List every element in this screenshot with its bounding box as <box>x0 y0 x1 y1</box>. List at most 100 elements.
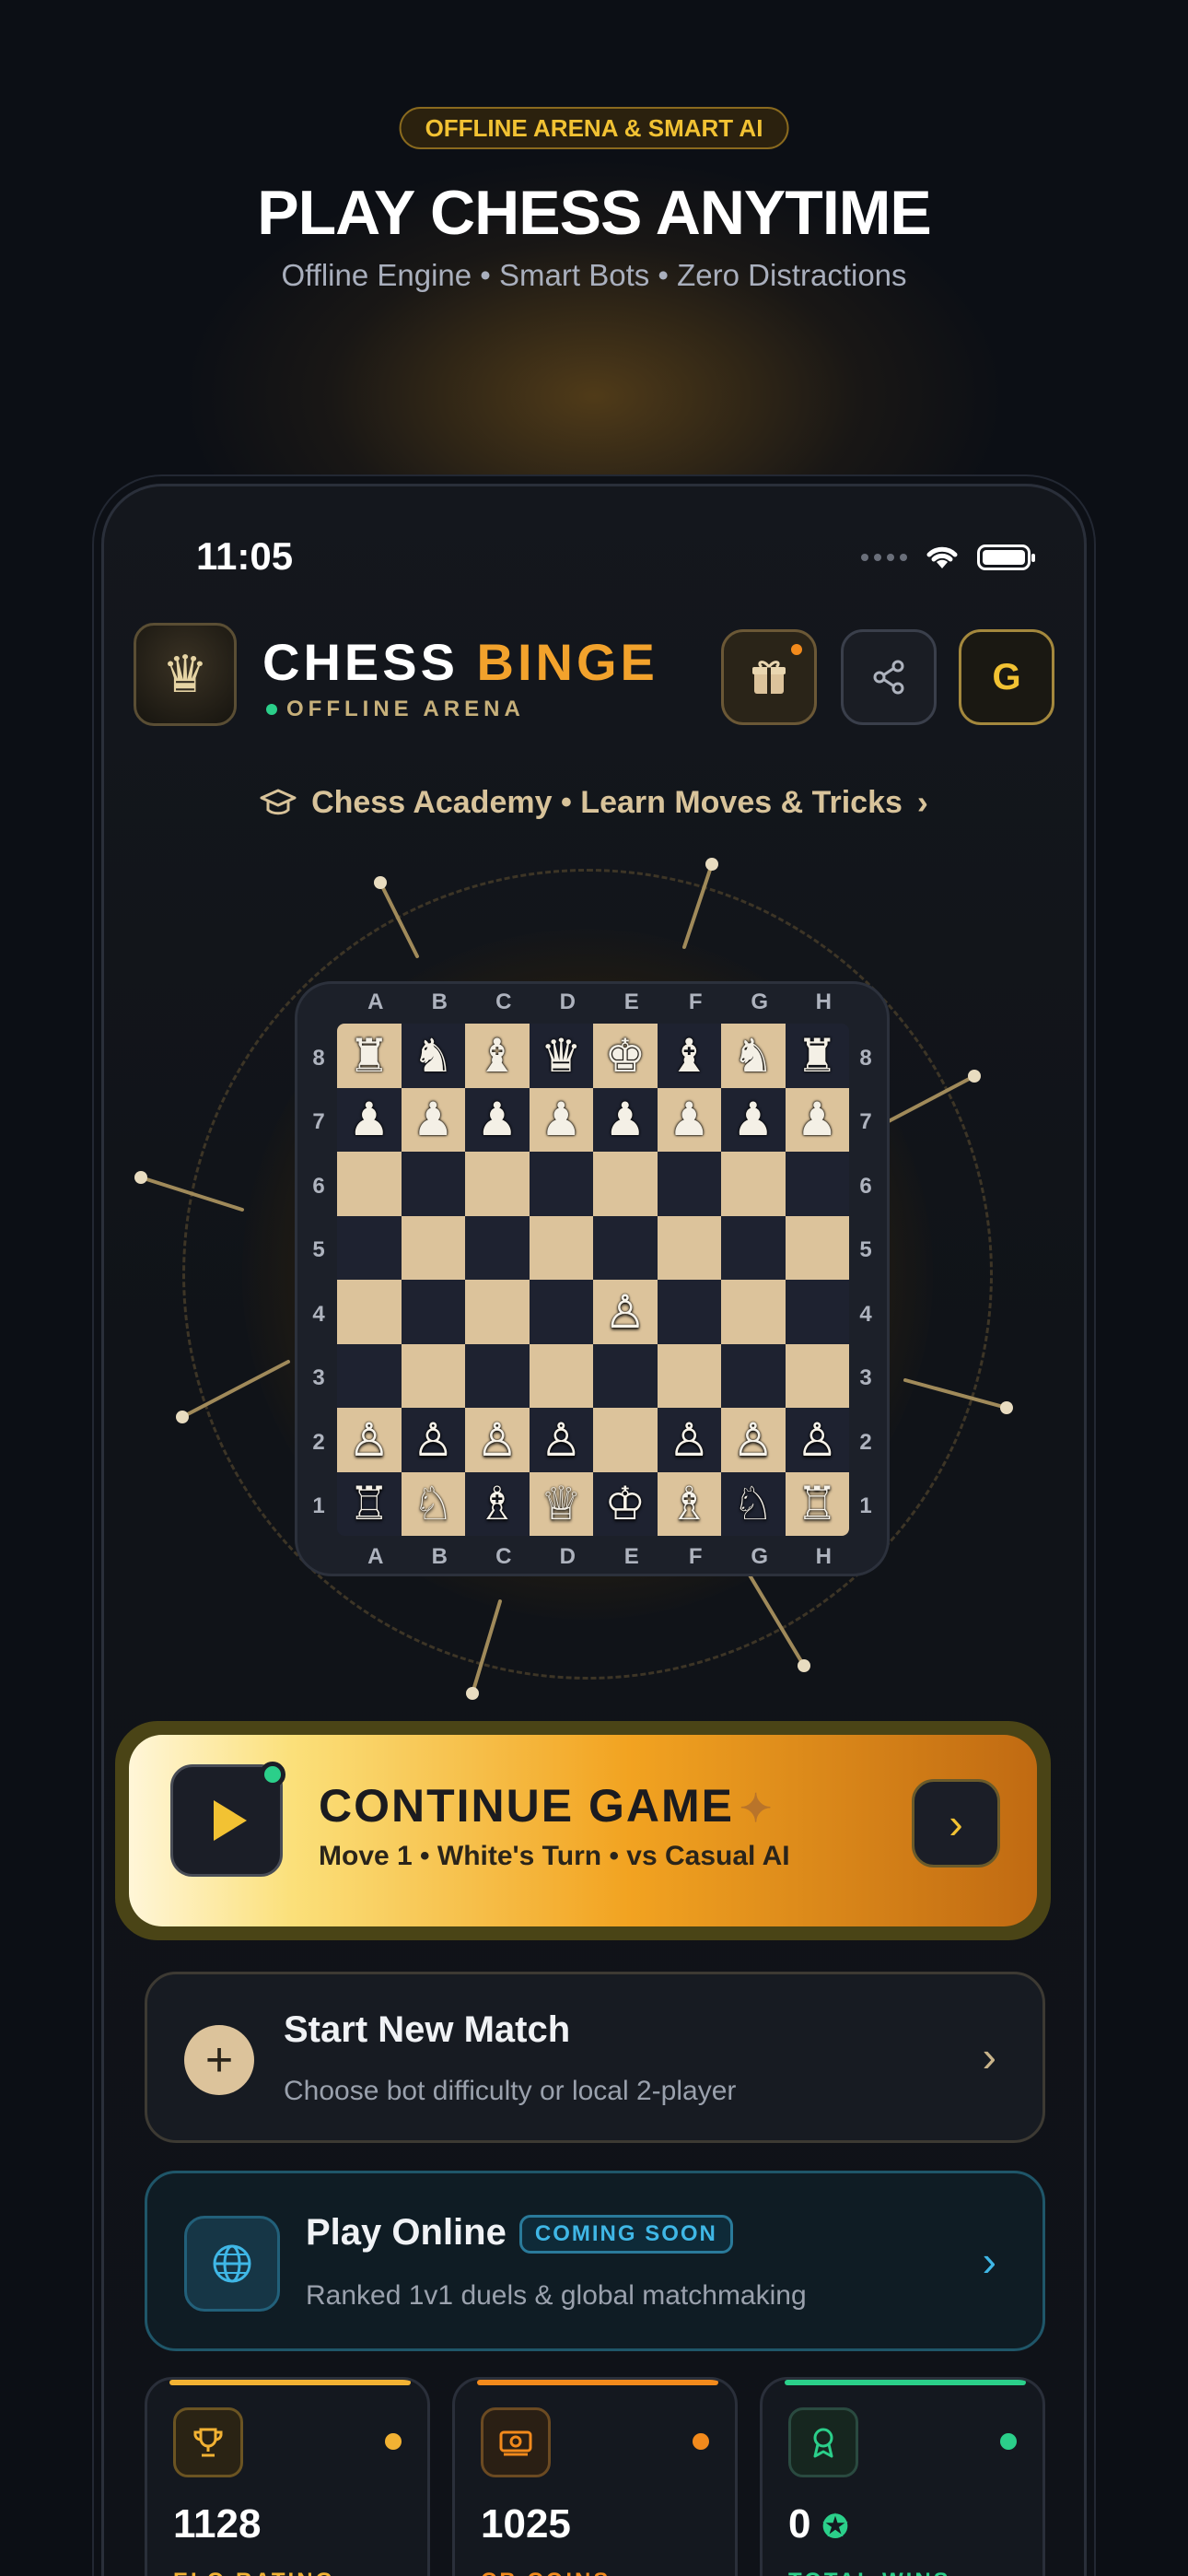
board-square-c1[interactable]: ♗ <box>465 1471 530 1536</box>
board-square-e6[interactable] <box>593 1152 658 1216</box>
board-square-f5[interactable] <box>657 1215 721 1280</box>
board-square-g5[interactable] <box>721 1215 786 1280</box>
chess-piece[interactable]: ♝ <box>476 1033 518 1079</box>
board-square-c2[interactable]: ♙ <box>465 1408 530 1472</box>
chess-piece[interactable]: ♔ <box>604 1481 646 1527</box>
app-logo[interactable]: ♛ <box>134 623 237 726</box>
chess-piece[interactable]: ♙ <box>348 1417 390 1463</box>
chess-piece[interactable]: ♟ <box>797 1096 838 1142</box>
chess-piece[interactable]: ♙ <box>541 1417 582 1463</box>
board-square-f3[interactable] <box>657 1343 721 1408</box>
chess-piece[interactable]: ♛ <box>541 1033 582 1079</box>
chess-piece[interactable]: ♟ <box>413 1096 454 1142</box>
board-square-h3[interactable] <box>785 1343 849 1408</box>
play-online-card[interactable]: Play Online COMING SOON Ranked 1v1 duels … <box>145 2171 1045 2351</box>
board-square-e5[interactable] <box>593 1215 658 1280</box>
board-square-b5[interactable] <box>401 1215 465 1280</box>
board-square-f7[interactable]: ♟ <box>657 1087 721 1152</box>
chess-piece[interactable]: ♜ <box>348 1033 390 1079</box>
board-square-c8[interactable]: ♝ <box>465 1024 530 1088</box>
board-square-a5[interactable] <box>337 1215 402 1280</box>
board-square-a3[interactable] <box>337 1343 402 1408</box>
board-square-e3[interactable] <box>593 1343 658 1408</box>
continue-game-card[interactable]: CONTINUE GAME ✦ Move 1 • White's Turn • v… <box>115 1721 1051 1940</box>
board-square-f2[interactable]: ♙ <box>657 1408 721 1472</box>
board-square-h2[interactable]: ♙ <box>785 1408 849 1472</box>
board-square-d8[interactable]: ♛ <box>529 1024 593 1088</box>
board-square-g4[interactable] <box>721 1280 786 1344</box>
chess-piece[interactable]: ♖ <box>348 1481 390 1527</box>
gift-button[interactable] <box>721 629 817 725</box>
academy-link[interactable]: Chess Academy • Learn Moves & Tricks › <box>104 783 1084 822</box>
board-square-f8[interactable]: ♝ <box>657 1024 721 1088</box>
board-square-b2[interactable]: ♙ <box>401 1408 465 1472</box>
board-square-b7[interactable]: ♟ <box>401 1087 465 1152</box>
board-square-f1[interactable]: ♗ <box>657 1471 721 1536</box>
board-square-b3[interactable] <box>401 1343 465 1408</box>
chess-piece[interactable]: ♙ <box>413 1417 454 1463</box>
stat-card-coins[interactable]: 1025 CB COINS <box>452 2377 738 2576</box>
chess-piece[interactable]: ♟ <box>348 1096 390 1142</box>
board-square-g8[interactable]: ♞ <box>721 1024 786 1088</box>
board-square-b6[interactable] <box>401 1152 465 1216</box>
stat-card-wins[interactable]: 0 ✪ TOTAL WINS <box>760 2377 1045 2576</box>
board-square-a7[interactable]: ♟ <box>337 1087 402 1152</box>
board-square-a4[interactable] <box>337 1280 402 1344</box>
avatar-button[interactable]: G <box>959 629 1054 725</box>
board-square-c7[interactable]: ♟ <box>465 1087 530 1152</box>
chess-piece[interactable]: ♟ <box>541 1096 582 1142</box>
board-square-h6[interactable] <box>785 1152 849 1216</box>
board-square-e7[interactable]: ♟ <box>593 1087 658 1152</box>
board-square-c6[interactable] <box>465 1152 530 1216</box>
board-square-e2[interactable] <box>593 1408 658 1472</box>
board-square-g6[interactable] <box>721 1152 786 1216</box>
share-button[interactable] <box>841 629 937 725</box>
board-square-d7[interactable]: ♟ <box>529 1087 593 1152</box>
board-square-a6[interactable] <box>337 1152 402 1216</box>
continue-arrow-button[interactable]: › <box>912 1779 1000 1868</box>
board-square-d1[interactable]: ♕ <box>529 1471 593 1536</box>
chess-piece[interactable]: ♟ <box>732 1096 774 1142</box>
chess-piece[interactable]: ♟ <box>476 1096 518 1142</box>
board-square-c5[interactable] <box>465 1215 530 1280</box>
chess-piece[interactable]: ♝ <box>669 1033 710 1079</box>
chess-piece[interactable]: ♜ <box>797 1033 838 1079</box>
play-button[interactable] <box>170 1762 285 1877</box>
board-square-a8[interactable]: ♜ <box>337 1024 402 1088</box>
board-square-f6[interactable] <box>657 1152 721 1216</box>
chess-piece[interactable]: ♙ <box>604 1289 646 1335</box>
board-square-e4[interactable]: ♙ <box>593 1280 658 1344</box>
board-square-b4[interactable] <box>401 1280 465 1344</box>
board-square-e8[interactable]: ♚ <box>593 1024 658 1088</box>
board-square-g3[interactable] <box>721 1343 786 1408</box>
board-square-d4[interactable] <box>529 1280 593 1344</box>
chess-piece[interactable]: ♘ <box>413 1481 454 1527</box>
chess-piece[interactable]: ♘ <box>732 1481 774 1527</box>
board-square-c3[interactable] <box>465 1343 530 1408</box>
board-square-h5[interactable] <box>785 1215 849 1280</box>
chess-piece[interactable]: ♕ <box>541 1481 582 1527</box>
chess-piece[interactable]: ♙ <box>797 1417 838 1463</box>
chess-piece[interactable]: ♟ <box>669 1096 710 1142</box>
chess-piece[interactable]: ♖ <box>797 1481 838 1527</box>
chess-piece[interactable]: ♞ <box>413 1033 454 1079</box>
board-square-d6[interactable] <box>529 1152 593 1216</box>
chess-piece[interactable]: ♙ <box>732 1417 774 1463</box>
chess-piece[interactable]: ♙ <box>669 1417 710 1463</box>
chess-piece[interactable]: ♙ <box>476 1417 518 1463</box>
chess-piece[interactable]: ♗ <box>669 1481 710 1527</box>
board-square-g7[interactable]: ♟ <box>721 1087 786 1152</box>
chess-piece[interactable]: ♗ <box>476 1481 518 1527</box>
board-square-h7[interactable]: ♟ <box>785 1087 849 1152</box>
board-square-h1[interactable]: ♖ <box>785 1471 849 1536</box>
board-square-a1[interactable]: ♖ <box>337 1471 402 1536</box>
board-square-g2[interactable]: ♙ <box>721 1408 786 1472</box>
board-square-h4[interactable] <box>785 1280 849 1344</box>
board-square-b1[interactable]: ♘ <box>401 1471 465 1536</box>
chess-piece[interactable]: ♚ <box>604 1033 646 1079</box>
board-square-f4[interactable] <box>657 1280 721 1344</box>
board-square-e1[interactable]: ♔ <box>593 1471 658 1536</box>
board-square-d3[interactable] <box>529 1343 593 1408</box>
chess-piece[interactable]: ♞ <box>732 1033 774 1079</box>
board-square-g1[interactable]: ♘ <box>721 1471 786 1536</box>
